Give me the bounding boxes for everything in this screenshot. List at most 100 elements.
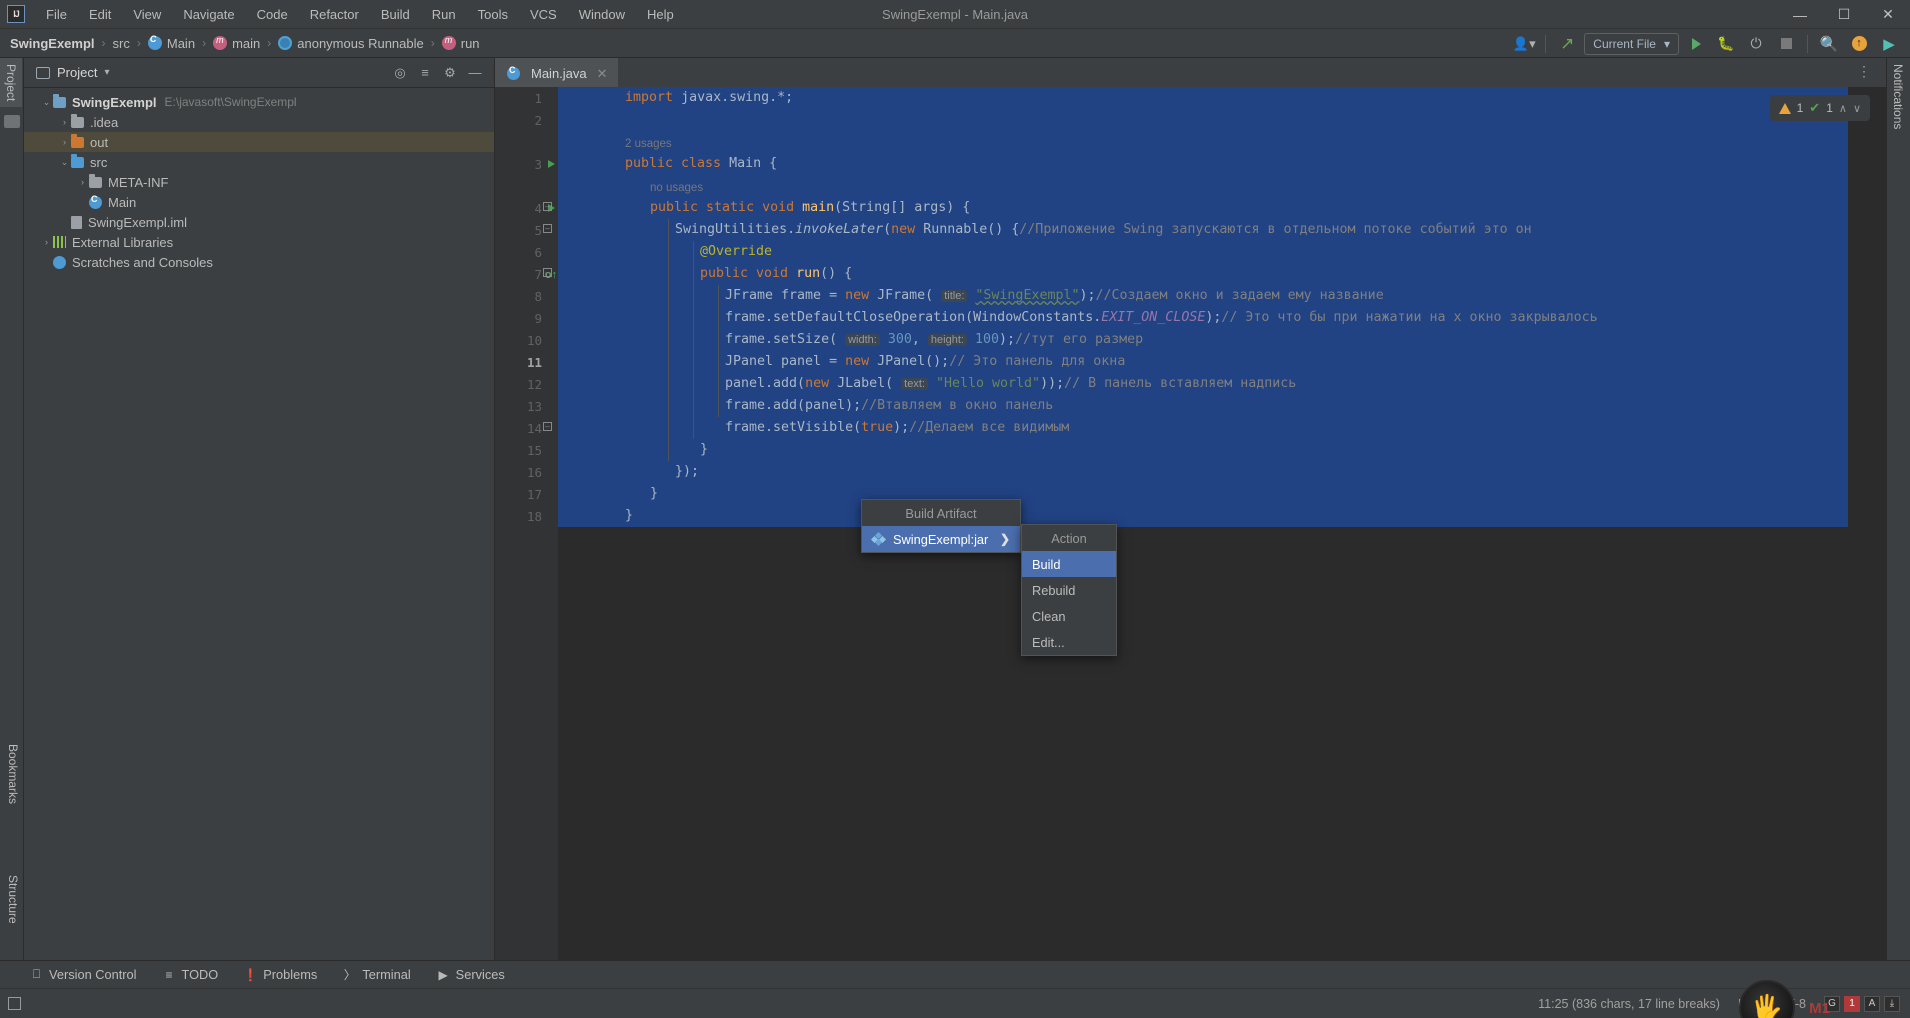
account-icon[interactable]: 👤▾	[1511, 32, 1537, 56]
usage-hint-method[interactable]: no usages	[646, 177, 703, 199]
menu-vcs[interactable]: VCS	[519, 3, 568, 26]
debug-icon[interactable]: 🐛	[1713, 32, 1739, 56]
tool-window-problems[interactable]: ❗ Problems	[243, 967, 317, 982]
breadcrumb-run-method[interactable]: run	[441, 35, 480, 51]
breadcrumb-main-method[interactable]: main	[213, 35, 260, 51]
update-arrow-icon[interactable]: ↗	[1554, 32, 1580, 56]
chevron-right-icon[interactable]: ›	[58, 117, 71, 127]
next-problem-icon[interactable]: ∨	[1853, 102, 1861, 115]
artifact-jar-icon	[870, 533, 887, 546]
usage-hint-class[interactable]: 2 usages	[621, 133, 672, 155]
tree-node-external-libraries[interactable]: › External Libraries	[24, 232, 494, 252]
fold-icon[interactable]: –	[543, 422, 552, 431]
menu-tools[interactable]: Tools	[467, 3, 519, 26]
close-icon[interactable]: ✕	[597, 66, 608, 82]
breadcrumb-src[interactable]: src	[113, 36, 130, 51]
breadcrumb-label: run	[460, 35, 480, 51]
tree-node-src[interactable]: ⌄ src	[24, 152, 494, 172]
notification-icon[interactable]: ↑	[1846, 32, 1872, 56]
chevron-right-icon[interactable]: ›	[58, 137, 71, 147]
breadcrumb-main-class[interactable]: Main	[147, 34, 196, 51]
tray-a-icon[interactable]: A	[1864, 995, 1880, 1012]
tree-node-iml[interactable]: SwingExempl.iml	[24, 212, 494, 232]
gear-icon[interactable]: ⚙	[439, 63, 461, 83]
breadcrumb-anonymous-runnable[interactable]: anonymous Runnable	[278, 36, 424, 51]
toolbar-divider	[1807, 34, 1808, 53]
line-number: 9	[534, 310, 542, 326]
locate-file-icon[interactable]: ◎	[389, 63, 411, 83]
inspections-widget[interactable]: 1 ✔ 1 ∧ ∨	[1769, 95, 1870, 121]
tree-node-idea[interactable]: › .idea	[24, 112, 494, 132]
chevron-right-icon[interactable]: ›	[76, 177, 89, 187]
chevron-down-icon[interactable]: ⌄	[58, 157, 71, 168]
collapse-all-icon[interactable]: ≡	[414, 63, 436, 83]
libraries-icon	[53, 236, 66, 248]
ai-assistant-icon[interactable]: ▶	[1876, 32, 1902, 56]
previous-problem-icon[interactable]: ∧	[1839, 102, 1847, 115]
tab-main-java[interactable]: Main.java ✕	[495, 58, 618, 87]
fold-icon[interactable]: –	[543, 224, 552, 233]
tool-window-todo[interactable]: ≡ TODO	[163, 967, 218, 982]
menu-help[interactable]: Help	[636, 3, 685, 26]
tree-node-meta-inf[interactable]: › META-INF	[24, 172, 494, 192]
stop-icon[interactable]	[1773, 32, 1799, 56]
minimize-button[interactable]: —	[1778, 0, 1822, 29]
chevron-right-icon: ❯	[999, 532, 1010, 546]
menu-window[interactable]: Window	[568, 3, 636, 26]
chevron-down-icon[interactable]: ⌄	[40, 97, 53, 108]
tree-node-main[interactable]: Main	[24, 192, 494, 212]
maximize-button[interactable]: ☐	[1822, 0, 1866, 29]
code-editor[interactable]: 1 2 3 4 5 6 7 o↑ 8 9 10 11 12 13 14 15 16…	[495, 87, 1910, 960]
line-number: 13	[526, 398, 542, 414]
breadcrumb-label: Main	[166, 35, 196, 51]
tray-count-badge[interactable]: 1	[1844, 995, 1860, 1012]
fold-icon[interactable]: –	[543, 268, 552, 277]
tree-node-out[interactable]: › out	[24, 132, 494, 152]
menu-view[interactable]: View	[122, 3, 172, 26]
menu-item-edit[interactable]: Edit...	[1022, 629, 1116, 655]
menu-item-clean[interactable]: Clean	[1022, 603, 1116, 629]
tool-window-version-control[interactable]: ⎕ Version Control	[30, 967, 137, 982]
breadcrumb-project[interactable]: SwingExempl	[10, 36, 95, 51]
menu-item-swingexempl-jar[interactable]: SwingExempl:jar ❯	[862, 526, 1020, 552]
menu-run[interactable]: Run	[421, 3, 467, 26]
sidebar-item-bookmarks[interactable]: Bookmarks	[2, 738, 24, 810]
menu-item-build[interactable]: Build	[1022, 551, 1116, 577]
sidebar-item-structure[interactable]: Structure	[2, 869, 24, 930]
build-artifact-context-menu[interactable]: Build Artifact SwingExempl:jar ❯	[861, 499, 1021, 553]
tree-node-swingexempl[interactable]: ⌄ SwingExempl E:\javasoft\SwingExempl	[24, 92, 494, 112]
menu-edit[interactable]: Edit	[78, 3, 122, 26]
tool-window-terminal[interactable]: 〉 Terminal	[343, 967, 411, 982]
menu-item-rebuild[interactable]: Rebuild	[1022, 577, 1116, 603]
hide-panel-icon[interactable]: —	[464, 63, 486, 83]
editor-gutter[interactable]: 1 2 3 4 5 6 7 o↑ 8 9 10 11 12 13 14 15 16…	[495, 87, 558, 960]
fold-icon[interactable]: –	[543, 202, 552, 211]
menu-file[interactable]: File	[35, 3, 78, 26]
menu-build[interactable]: Build	[370, 3, 421, 26]
chevron-down-icon[interactable]: ▾	[104, 67, 109, 78]
code-text[interactable]: import javax.swing.*; 2 usages public cl…	[558, 87, 1910, 960]
chevron-right-icon[interactable]: ›	[40, 237, 53, 247]
run-with-coverage-icon[interactable]: ⏻	[1743, 32, 1769, 56]
breadcrumb-separator: ›	[202, 36, 207, 50]
check-icon: ✔	[1809, 100, 1821, 115]
tool-window-services[interactable]: ▶ Services	[437, 967, 505, 982]
caret-position[interactable]: 11:25 (836 chars, 17 line breaks)	[1538, 997, 1720, 1011]
editor-options-icon[interactable]: ⋮	[1857, 64, 1872, 78]
menu-refactor[interactable]: Refactor	[299, 3, 370, 26]
menu-navigate[interactable]: Navigate	[172, 3, 245, 26]
search-everywhere-icon[interactable]: 🔍	[1816, 32, 1842, 56]
run-configuration-selector[interactable]: Current File ▾	[1584, 32, 1679, 55]
tray-download-icon[interactable]: ⤓	[1884, 995, 1900, 1012]
folder-icon[interactable]	[3, 115, 20, 129]
run-icon[interactable]	[1683, 32, 1709, 56]
menu-code[interactable]: Code	[246, 3, 299, 26]
tool-windows-toggle-icon[interactable]	[8, 997, 21, 1010]
tab-label: Main.java	[531, 66, 587, 81]
sidebar-item-project[interactable]: Project	[0, 58, 22, 108]
run-class-icon[interactable]	[544, 155, 558, 173]
tree-node-scratches[interactable]: Scratches and Consoles	[24, 252, 494, 272]
close-button[interactable]: ✕	[1866, 0, 1910, 29]
artifact-action-submenu[interactable]: Action Build Rebuild Clean Edit...	[1021, 524, 1117, 656]
